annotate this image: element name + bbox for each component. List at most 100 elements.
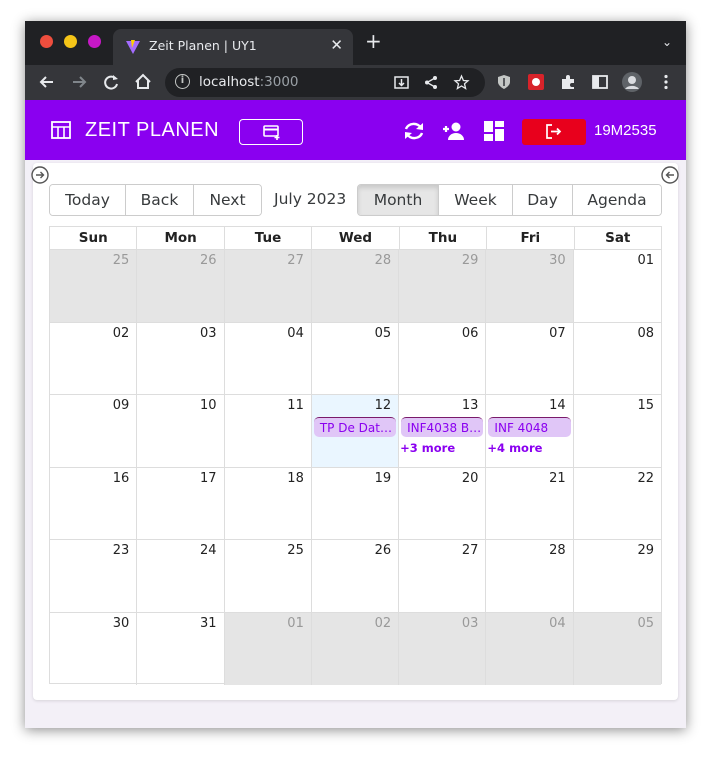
day-number[interactable]: 20: [462, 471, 479, 486]
calendar-day-cell[interactable]: 05: [573, 612, 661, 685]
share-icon[interactable]: [423, 74, 440, 91]
day-number[interactable]: 19: [375, 471, 392, 486]
day-number[interactable]: 24: [200, 543, 217, 558]
profile-avatar-icon[interactable]: [621, 71, 643, 93]
calendar-day-cell[interactable]: 16: [50, 467, 138, 539]
day-number[interactable]: 22: [637, 471, 654, 486]
view-week-button[interactable]: Week: [439, 185, 513, 215]
day-number[interactable]: 07: [549, 326, 566, 341]
calendar-day-cell[interactable]: 27: [399, 540, 487, 612]
day-number[interactable]: 08: [637, 326, 654, 341]
calendar-day-cell[interactable]: 29: [574, 540, 661, 612]
back-arrow-icon[interactable]: [36, 71, 58, 93]
day-number[interactable]: 05: [637, 616, 654, 631]
day-number[interactable]: 27: [287, 253, 304, 268]
add-user-icon[interactable]: [442, 120, 466, 142]
calendar-day-cell[interactable]: 25: [225, 540, 312, 612]
day-number[interactable]: 01: [287, 616, 304, 631]
calendar-day-cell[interactable]: 03: [399, 612, 487, 685]
calendar-day-cell[interactable]: 15: [574, 395, 661, 467]
calendar-day-cell[interactable]: 12 TP De Data...: [311, 395, 400, 467]
back-button[interactable]: Back: [126, 185, 194, 215]
today-button[interactable]: Today: [50, 185, 126, 215]
calendar-day-cell[interactable]: 22: [574, 468, 661, 540]
day-number[interactable]: 10: [200, 398, 217, 413]
calendar-event[interactable]: TP De Data...: [313, 417, 397, 437]
day-number[interactable]: 13: [462, 398, 479, 413]
day-number[interactable]: 23: [113, 543, 130, 558]
calendar-day-cell[interactable]: 05: [312, 322, 400, 394]
calendar-day-cell[interactable]: 24: [137, 540, 225, 612]
calendar-day-cell[interactable]: 28: [486, 540, 574, 612]
day-number[interactable]: 28: [549, 543, 566, 558]
calendar-day-cell[interactable]: 30: [486, 250, 574, 322]
calendar-day-cell[interactable]: 30: [50, 612, 138, 685]
side-panel-icon[interactable]: [591, 73, 609, 91]
show-more-link[interactable]: +4 more: [487, 441, 542, 455]
calendar-event[interactable]: INF 4048: [488, 417, 571, 437]
day-number[interactable]: 18: [287, 471, 304, 486]
browser-menu-icon[interactable]: [657, 73, 675, 91]
day-number[interactable]: 09: [113, 398, 130, 413]
maximize-window-button[interactable]: [88, 35, 101, 48]
calendar-day-cell[interactable]: 28: [311, 250, 400, 322]
calendar-day-cell[interactable]: 07: [486, 322, 574, 394]
calendar-day-cell[interactable]: 20: [399, 467, 487, 539]
view-agenda-button[interactable]: Agenda: [573, 185, 661, 215]
day-number[interactable]: 04: [549, 616, 566, 631]
day-number[interactable]: 03: [462, 616, 479, 631]
tab-search-icon[interactable]: ⌄: [662, 35, 672, 49]
calendar-day-cell[interactable]: 02: [50, 322, 138, 394]
address-bar[interactable]: i localhost:3000: [165, 68, 485, 97]
calendar-day-cell[interactable]: 26: [137, 250, 225, 322]
calendar-day-cell[interactable]: 18: [225, 467, 312, 539]
view-month-button[interactable]: Month: [358, 185, 439, 215]
expand-right-arrow-icon[interactable]: [661, 166, 679, 184]
calendar-day-cell[interactable]: 11: [225, 395, 312, 467]
minimize-window-button[interactable]: [64, 35, 77, 48]
day-number[interactable]: 27: [462, 543, 479, 558]
calendar-day-cell[interactable]: 23: [50, 540, 138, 612]
day-number[interactable]: 14: [549, 398, 566, 413]
home-icon[interactable]: [132, 71, 154, 93]
day-number[interactable]: 04: [287, 326, 304, 341]
day-number[interactable]: 12: [375, 398, 392, 413]
puzzle-extensions-icon[interactable]: [559, 73, 577, 91]
bookmark-star-icon[interactable]: [453, 74, 470, 91]
logout-button[interactable]: [522, 119, 586, 145]
red-extension-icon[interactable]: [527, 73, 545, 91]
reload-icon[interactable]: [100, 71, 122, 93]
day-number[interactable]: 29: [462, 253, 479, 268]
new-tab-button[interactable]: +: [365, 31, 382, 51]
calendar-day-cell[interactable]: 04: [486, 612, 574, 685]
calendar-day-cell[interactable]: 06: [399, 322, 487, 394]
calendar-day-cell[interactable]: 14 INF 4048 +4 more: [486, 395, 574, 467]
day-number[interactable]: 29: [637, 543, 654, 558]
calendar-day-cell[interactable]: 08: [574, 323, 661, 395]
calendar-day-cell[interactable]: 21: [486, 467, 574, 539]
calendar-day-cell[interactable]: 02: [311, 612, 400, 685]
day-number[interactable]: 17: [200, 471, 217, 486]
day-number[interactable]: 02: [375, 616, 392, 631]
calendar-day-cell[interactable]: 01: [224, 612, 312, 685]
close-window-button[interactable]: [40, 35, 53, 48]
calendar-day-cell[interactable]: 10: [137, 395, 225, 467]
day-number[interactable]: 16: [113, 471, 130, 486]
day-number[interactable]: 30: [113, 616, 130, 631]
day-number[interactable]: 06: [462, 326, 479, 341]
day-number[interactable]: 02: [113, 326, 130, 341]
calendar-event[interactable]: INF4038 Ba...: [401, 417, 484, 437]
view-day-button[interactable]: Day: [513, 185, 573, 215]
day-number[interactable]: 26: [375, 543, 392, 558]
show-more-link[interactable]: +3 more: [400, 441, 455, 455]
day-number[interactable]: 03: [200, 326, 217, 341]
forward-arrow-icon[interactable]: [68, 71, 90, 93]
calendar-day-cell[interactable]: 13 INF4038 Ba... +3 more: [399, 395, 487, 467]
calendar-day-cell[interactable]: 31: [137, 612, 225, 685]
calendar-day-cell[interactable]: 09: [50, 395, 138, 467]
dashboard-icon[interactable]: [482, 120, 506, 142]
calendar-day-cell[interactable]: 25: [50, 250, 138, 322]
add-card-button[interactable]: [239, 119, 303, 145]
day-number[interactable]: 26: [200, 253, 217, 268]
install-app-icon[interactable]: [393, 74, 410, 91]
